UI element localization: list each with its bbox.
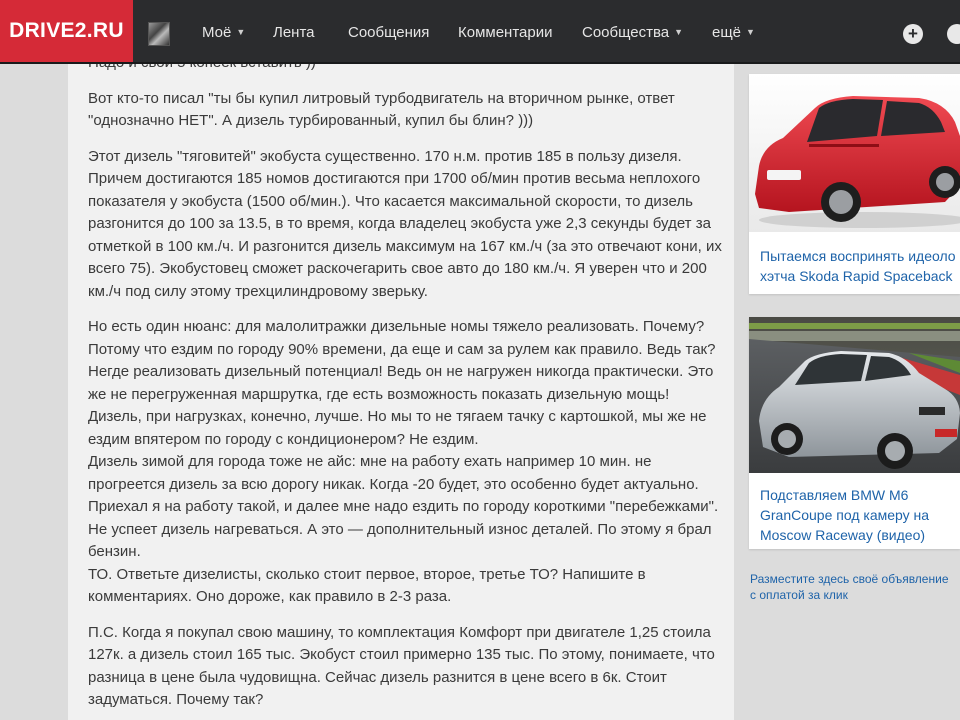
site-logo[interactable]: DRIVE2.RU (0, 0, 133, 62)
nav-item-communities[interactable]: Сообщества ▼ (582, 24, 683, 41)
nav-item-more[interactable]: ещё ▼ (712, 24, 755, 41)
promo-line[interactable]: с оплатой за клик (750, 587, 960, 603)
caret-down-icon: ▼ (674, 27, 684, 37)
red-skoda-hatchback-photo[interactable] (749, 74, 960, 232)
nav-item-label: Моё (202, 24, 232, 41)
ad-caption-line[interactable]: GranCoupe под камеру на (760, 505, 960, 525)
nav-item-messages[interactable]: Сообщения (348, 24, 429, 41)
article-paragraph: П.С. Когда я покупал свою машину, то ком… (88, 623, 715, 709)
ad-caption-bmw[interactable]: Подставляем BMW M6 GranCoupe под камеру … (760, 485, 960, 545)
nav-item-label: Комментарии (458, 24, 553, 41)
user-avatar[interactable] (148, 22, 170, 46)
ad-caption-line[interactable]: Moscow Raceway (видео) (760, 525, 960, 545)
nav-item-lenta[interactable]: Лента (273, 24, 315, 41)
nav-item-label: Лента (273, 24, 315, 41)
promo-line[interactable]: Разместите здесь своё объявление (750, 571, 960, 587)
nav-item-label: ещё (712, 24, 742, 41)
user-menu-icon[interactable] (947, 24, 960, 44)
caret-down-icon: ▼ (236, 27, 246, 37)
caret-down-icon: ▼ (746, 27, 755, 37)
ad-card-skoda[interactable]: Пытаемся воспринять идеоло хэтча Skoda R… (749, 74, 960, 294)
ad-caption-skoda[interactable]: Пытаемся воспринять идеоло хэтча Skoda R… (760, 246, 960, 286)
article-paragraph: Этот дизель "тяговитей" экобуста существ… (88, 147, 722, 300)
ad-caption-line[interactable]: хэтча Skoda Rapid Spaceback (760, 266, 960, 286)
nav-item-moyo[interactable]: Моё ▼ (202, 24, 245, 41)
ad-caption-line[interactable]: Пытаемся воспринять идеоло (760, 246, 960, 266)
silver-bmw-m6-photo[interactable] (749, 317, 960, 473)
article-text: Надо и свои 5 копеек вставить )) Вот кто… (88, 64, 723, 720)
advertise-here-link[interactable]: Разместите здесь своё объявление с оплат… (750, 571, 960, 603)
article-paragraph: Но есть один нюанс: для малолитражки диз… (88, 318, 719, 605)
top-navigation-bar: DRIVE2.RU Моё ▼ Лента Сообщения Комментар… (0, 0, 960, 64)
plus-icon[interactable]: + (903, 24, 923, 44)
ad-caption-line[interactable]: Подставляем BMW M6 (760, 485, 960, 505)
nav-item-comments[interactable]: Комментарии (458, 24, 552, 41)
nav-item-label: Сообщества (582, 24, 670, 41)
article-paragraph: Вот кто-то писал "ты бы купил литровый т… (88, 89, 675, 130)
article-paragraph: Надо и свои 5 копеек вставить )) (88, 64, 723, 75)
ad-card-bmw[interactable]: Подставляем BMW M6 GranCoupe под камеру … (749, 317, 960, 549)
article-body: Надо и свои 5 копеек вставить )) Вот кто… (68, 64, 734, 720)
nav-item-label: Сообщения (348, 24, 430, 41)
